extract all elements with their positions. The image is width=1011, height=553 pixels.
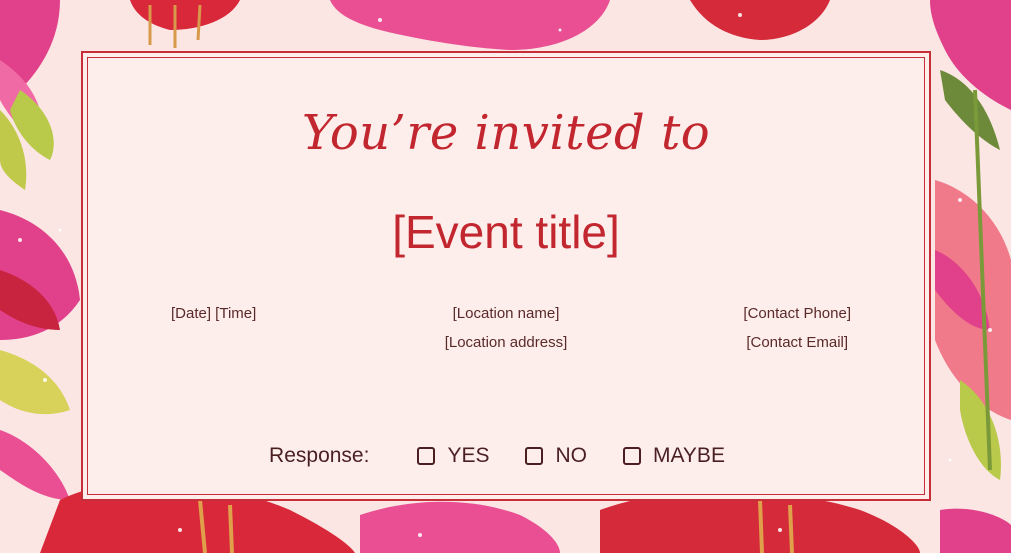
option-label-yes: YES — [447, 444, 490, 467]
option-label-maybe: MAYBE — [652, 444, 725, 467]
response-option-yes[interactable]: YES — [417, 444, 489, 468]
response-option-maybe[interactable]: MAYBE — [622, 444, 725, 468]
contact-phone: [Contact Phone] — [743, 305, 851, 322]
response-option-no[interactable]: NO — [525, 444, 587, 468]
option-label-no: NO — [555, 444, 587, 467]
contact-email: [Contact Email] — [746, 334, 849, 351]
checkbox-maybe[interactable] — [622, 447, 641, 465]
response-label: Response: — [269, 444, 370, 467]
checkbox-no[interactable] — [525, 447, 544, 465]
invitation-heading: You’re invited to — [301, 105, 711, 161]
response-row: Response: YES NO MAYBE — [83, 444, 929, 468]
contact-block: [Contact Phone] [Contact Email] — [743, 305, 851, 363]
checkbox-yes[interactable] — [417, 447, 436, 465]
event-title: [Event title] — [392, 206, 620, 258]
invitation-card: You’re invited to [Event title] [Date] [… — [81, 51, 931, 501]
